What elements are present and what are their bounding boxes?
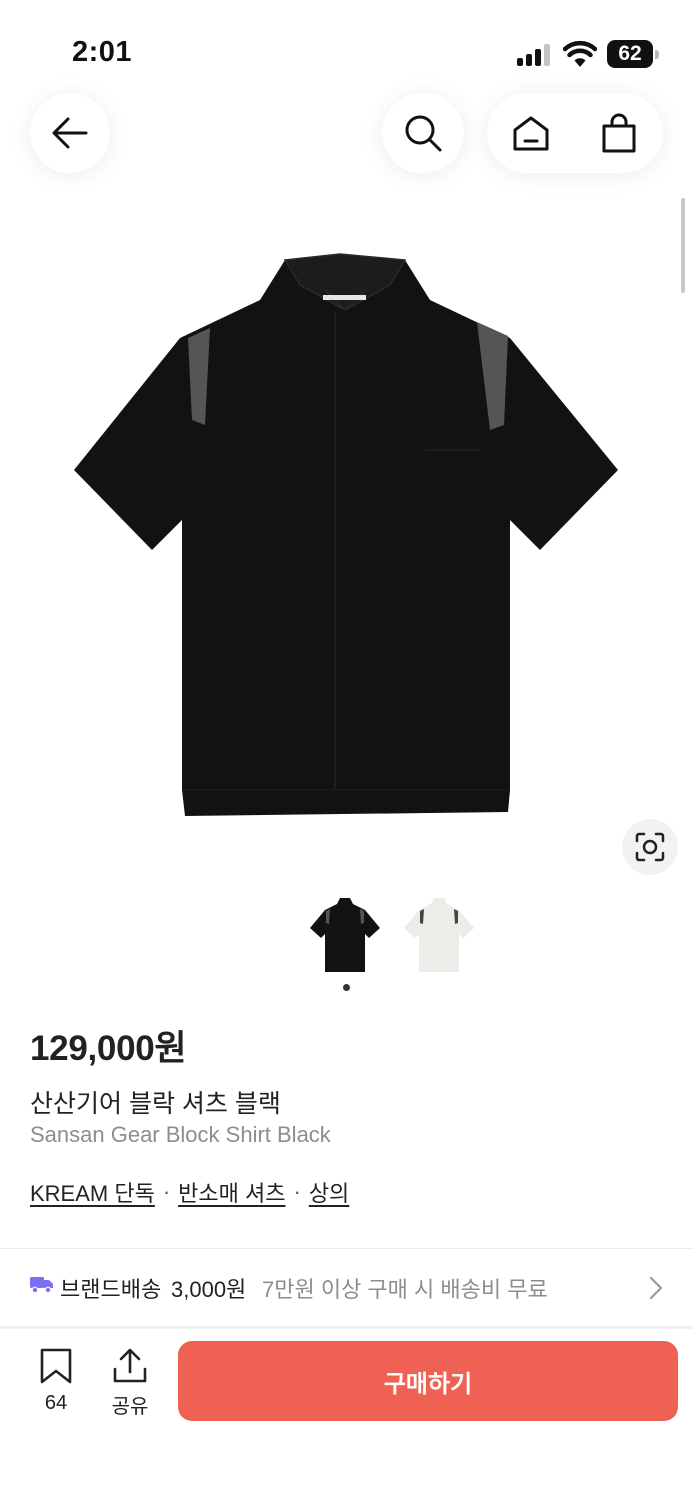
scrollbar[interactable] bbox=[681, 198, 685, 293]
tag-short-sleeve-shirt[interactable]: 반소매 셔츠 bbox=[178, 1176, 285, 1208]
home-cart-group bbox=[487, 93, 663, 173]
product-name-korean: 산산기어 블락 셔츠 블랙 bbox=[30, 1090, 281, 1118]
bookmark-button[interactable]: 64 bbox=[34, 1348, 78, 1420]
status-time: 2:01 bbox=[72, 36, 133, 68]
tag-kream-exclusive[interactable]: KREAM 단독 bbox=[30, 1176, 155, 1208]
product-image[interactable] bbox=[70, 250, 622, 825]
wifi-icon bbox=[562, 40, 598, 68]
divider bbox=[0, 1326, 693, 1329]
status-bar: 2:01 62 bbox=[0, 0, 693, 100]
product-tags: KREAM 단독 · 반소매 셔츠 · 상의 bbox=[30, 1176, 349, 1208]
shipping-note: 7만원 이상 구매 시 배송비 무료 bbox=[262, 1277, 548, 1302]
chevron-right-icon bbox=[649, 1276, 663, 1300]
shipping-label: 브랜드배송 bbox=[60, 1277, 162, 1302]
divider bbox=[0, 1248, 693, 1249]
visual-search-button[interactable] bbox=[622, 819, 678, 875]
shopping-bag-icon bbox=[602, 113, 636, 153]
share-label: 공유 bbox=[111, 1396, 149, 1418]
tag-tops[interactable]: 상의 bbox=[309, 1176, 349, 1208]
battery-icon: 62 bbox=[607, 40, 659, 68]
product-name-english: Sansan Gear Block Shirt Black bbox=[30, 1122, 331, 1147]
product-price: 129,000원 bbox=[30, 1029, 187, 1068]
arrow-left-icon bbox=[52, 117, 88, 149]
cart-button[interactable] bbox=[575, 93, 663, 173]
thumbnail-white[interactable] bbox=[403, 894, 475, 976]
thumbnail-black[interactable] bbox=[309, 894, 381, 976]
shipping-info-row[interactable]: 브랜드배송 3,000원 7만원 이상 구매 시 배송비 무료 bbox=[0, 1252, 693, 1322]
carousel-indicator bbox=[343, 984, 350, 991]
share-button[interactable]: 공유 bbox=[104, 1348, 156, 1420]
tag-separator: · bbox=[162, 1179, 171, 1204]
tag-separator: · bbox=[293, 1179, 301, 1204]
buy-button[interactable]: 구매하기 bbox=[178, 1341, 678, 1421]
lens-scan-icon bbox=[635, 832, 665, 862]
home-button[interactable] bbox=[487, 93, 575, 173]
back-button[interactable] bbox=[30, 93, 110, 173]
truck-icon bbox=[30, 1277, 53, 1294]
cellular-signal-icon bbox=[517, 44, 553, 66]
search-button[interactable] bbox=[382, 93, 464, 173]
share-icon bbox=[113, 1348, 147, 1383]
shipping-price: 3,000원 bbox=[171, 1277, 247, 1302]
bookmark-count: 64 bbox=[44, 1392, 68, 1414]
battery-level: 62 bbox=[607, 40, 653, 68]
home-icon bbox=[513, 116, 549, 151]
bookmark-icon bbox=[40, 1348, 72, 1384]
search-icon bbox=[405, 115, 442, 152]
